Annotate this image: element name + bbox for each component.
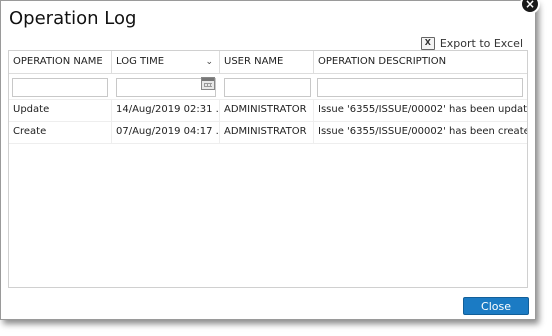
cell-user-name: ADMINISTRATOR [220, 99, 314, 121]
close-glyph: × [524, 0, 536, 11]
table-row[interactable]: Create 07/Aug/2019 04:17 ... ADMINISTRAT… [9, 121, 527, 144]
column-header-operation-description[interactable]: OPERATION DESCRIPTION [314, 51, 527, 73]
operation-log-grid: OPERATION NAME LOG TIME ⌄ USER NAME OPER… [8, 50, 528, 288]
filter-operation-name-input[interactable] [12, 78, 108, 97]
filter-user-name-cell [224, 75, 311, 97]
filter-operation-description-input[interactable] [317, 78, 523, 97]
close-button[interactable]: Close [463, 297, 529, 315]
cell-log-time: 14/Aug/2019 02:31 ... [112, 99, 220, 121]
column-header-label: OPERATION DESCRIPTION [318, 56, 447, 67]
cell-log-time: 07/Aug/2019 04:17 ... [112, 121, 220, 143]
filter-log-time-cell [116, 75, 216, 97]
filter-user-name-input[interactable] [224, 78, 311, 97]
column-header-operation-name[interactable]: OPERATION NAME [9, 51, 112, 73]
column-header-label: LOG TIME [116, 56, 165, 67]
cell-user-name: ADMINISTRATOR [220, 121, 314, 143]
grid-header: OPERATION NAME LOG TIME ⌄ USER NAME OPER… [9, 51, 527, 74]
column-header-label: OPERATION NAME [13, 56, 103, 67]
filter-operation-description-cell [317, 75, 523, 97]
filter-operation-name-cell [12, 75, 108, 97]
column-header-log-time[interactable]: LOG TIME ⌄ [112, 51, 220, 73]
table-row[interactable]: Update 14/Aug/2019 02:31 ... ADMINISTRAT… [9, 99, 527, 122]
dialog-title: Operation Log [9, 8, 137, 29]
operation-log-dialog: Operation Log X Export to Excel OPERATIO… [0, 0, 536, 320]
cell-operation-name: Create [9, 121, 112, 143]
excel-icon: X [420, 36, 435, 50]
export-to-excel-button[interactable]: X Export to Excel [420, 35, 523, 51]
close-icon[interactable]: × [520, 0, 540, 14]
column-header-label: USER NAME [224, 56, 284, 67]
export-label: Export to Excel [439, 36, 523, 50]
cell-operation-name: Update [9, 99, 112, 121]
filter-row [9, 73, 527, 100]
column-header-user-name[interactable]: USER NAME [220, 51, 314, 73]
cell-operation-description: Issue '6355/ISSUE/00002' has been create… [318, 126, 527, 137]
cell-operation-description: Issue '6355/ISSUE/00002' has been updat.… [318, 104, 527, 115]
calendar-icon[interactable] [201, 77, 215, 90]
sort-descending-icon[interactable]: ⌄ [205, 51, 213, 73]
